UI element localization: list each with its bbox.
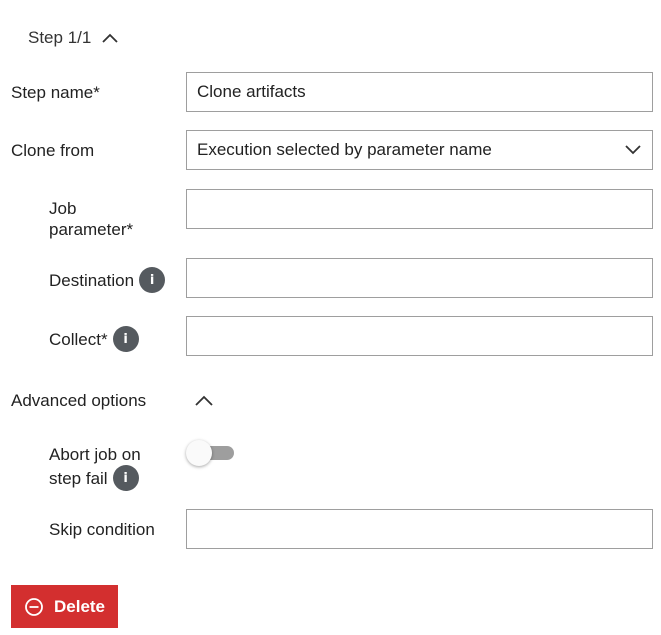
- collect-label-text: Collect*: [49, 329, 108, 349]
- chevron-down-icon: [625, 145, 641, 155]
- destination-field[interactable]: [186, 258, 653, 298]
- job-parameter-field[interactable]: [186, 189, 653, 229]
- skip-condition-field[interactable]: [186, 509, 653, 549]
- clone-from-select[interactable]: Execution selected by parameter name: [186, 130, 653, 170]
- step-header[interactable]: Step 1/1: [28, 27, 119, 49]
- job-parameter-label: Job parameter*: [49, 198, 133, 240]
- step-title: Step 1/1: [28, 28, 92, 47]
- chevron-up-icon: [102, 33, 118, 43]
- skip-condition-label: Skip condition: [49, 520, 155, 539]
- skip-condition-input[interactable]: [187, 510, 652, 548]
- step-name-label: Step name*: [11, 83, 100, 102]
- job-parameter-label-line1: Job: [49, 199, 77, 218]
- clone-from-value: Execution selected by parameter name: [197, 140, 492, 159]
- toggle-thumb: [186, 440, 212, 466]
- destination-label-text: Destination: [49, 270, 135, 290]
- info-icon[interactable]: i: [139, 267, 166, 293]
- abort-job-toggle[interactable]: [186, 440, 236, 466]
- step-name-field[interactable]: [186, 72, 653, 112]
- abort-job-label-line2: step fail: [49, 468, 108, 488]
- collect-label: Collect* i: [49, 326, 139, 352]
- info-icon[interactable]: i: [112, 326, 139, 352]
- destination-input[interactable]: [187, 259, 652, 297]
- delete-button-label: Delete: [53, 596, 106, 616]
- info-icon[interactable]: i: [112, 465, 139, 491]
- abort-job-label-line1: Abort job on: [49, 445, 141, 464]
- step-name-input[interactable]: [187, 73, 652, 111]
- minus-circle-icon: [25, 597, 43, 616]
- collect-input[interactable]: [187, 317, 652, 355]
- abort-job-label-line2-row: step fail i: [49, 465, 141, 491]
- advanced-options-label: Advanced options: [11, 391, 147, 410]
- clone-from-label: Clone from: [11, 141, 95, 160]
- collect-field[interactable]: [186, 316, 653, 356]
- job-parameter-label-line2: parameter*: [49, 220, 134, 239]
- destination-label: Destination i: [49, 267, 166, 293]
- job-parameter-input[interactable]: [187, 190, 652, 228]
- chevron-up-icon[interactable]: [193, 390, 215, 412]
- abort-job-label: Abort job on step fail i: [49, 444, 141, 491]
- delete-button[interactable]: Delete: [11, 585, 118, 628]
